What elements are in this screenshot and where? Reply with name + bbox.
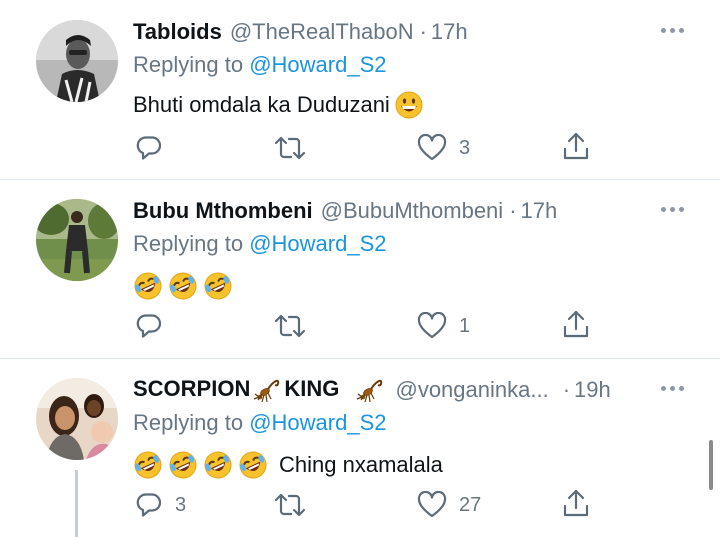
tweet[interactable]: SCORPION KING @vonganinka... · 19h Replyi… bbox=[0, 372, 720, 537]
share-icon bbox=[562, 309, 590, 339]
reply-button[interactable] bbox=[135, 132, 175, 164]
reply-button[interactable]: 3 bbox=[135, 489, 186, 521]
like-count: 27 bbox=[459, 493, 482, 516]
timestamp[interactable]: 17h bbox=[431, 19, 468, 45]
tweet-text bbox=[133, 269, 238, 303]
timestamp[interactable]: 17h bbox=[521, 198, 558, 224]
like-button[interactable]: 3 bbox=[417, 132, 470, 164]
share-button[interactable] bbox=[562, 308, 590, 340]
retweet-button[interactable] bbox=[273, 132, 319, 164]
reply-icon bbox=[135, 491, 163, 519]
more-icon[interactable] bbox=[661, 28, 684, 33]
tweet[interactable]: Bubu Mthombeni @BubuMthombeni · 17h Repl… bbox=[0, 193, 720, 358]
reply-icon bbox=[135, 312, 163, 340]
tweet-actions: 3 bbox=[133, 132, 603, 164]
share-icon bbox=[562, 488, 590, 518]
retweet-icon bbox=[273, 134, 307, 162]
reply-button[interactable] bbox=[135, 310, 175, 342]
like-button[interactable]: 1 bbox=[417, 310, 470, 342]
user-handle[interactable]: @BubuMthombeni bbox=[321, 198, 504, 224]
user-handle[interactable]: @TheRealThaboN bbox=[230, 19, 414, 45]
retweet-icon bbox=[273, 491, 307, 519]
display-name-part: KING bbox=[284, 375, 340, 401]
mention-link[interactable]: @Howard_S2 bbox=[249, 410, 386, 435]
like-button[interactable]: 27 bbox=[417, 489, 481, 521]
tweet[interactable]: Tabloids @TheRealThaboN · 17h Replying t… bbox=[0, 14, 720, 179]
like-count: 1 bbox=[459, 314, 471, 337]
retweet-button[interactable] bbox=[273, 489, 319, 521]
tweet-header: SCORPION KING @vonganinka... · 19h bbox=[133, 372, 611, 408]
retweet-button[interactable] bbox=[273, 310, 319, 342]
timestamp[interactable]: 19h bbox=[574, 377, 611, 403]
tweet-header: Tabloids @TheRealThaboN · 17h bbox=[133, 14, 468, 50]
heart-icon bbox=[417, 134, 447, 162]
scorpion-icon bbox=[355, 375, 385, 405]
scrollbar[interactable] bbox=[709, 440, 713, 490]
separator-dot: · bbox=[419, 19, 427, 44]
display-name[interactable]: Bubu Mthombeni bbox=[133, 198, 313, 224]
tweet-header: Bubu Mthombeni @BubuMthombeni · 17h bbox=[133, 193, 557, 229]
rolling-on-floor-laughing-emoji bbox=[133, 450, 163, 480]
replying-prefix: Replying to bbox=[133, 52, 244, 77]
display-name-part: SCORPION bbox=[133, 375, 251, 401]
user-handle[interactable]: @vonganinka... bbox=[395, 377, 548, 403]
tweet-divider bbox=[0, 179, 720, 180]
tweet-text-content: Bhuti omdala ka Duduzani bbox=[133, 92, 390, 117]
replying-to: Replying to @Howard_S2 bbox=[133, 410, 387, 436]
rolling-on-floor-laughing-emoji bbox=[203, 271, 233, 301]
avatar[interactable] bbox=[36, 378, 118, 460]
separator-dot: · bbox=[562, 377, 571, 402]
tweet-text-content: Ching nxamalala bbox=[279, 452, 443, 477]
replying-prefix: Replying to bbox=[133, 231, 244, 256]
rolling-on-floor-laughing-emoji bbox=[168, 271, 198, 301]
separator-dot: · bbox=[509, 198, 517, 223]
mention-link[interactable]: @Howard_S2 bbox=[249, 52, 386, 77]
share-icon bbox=[562, 131, 590, 161]
tweet-actions: 1 bbox=[133, 310, 603, 342]
tweet-text: Bhuti omdala ka Duduzani bbox=[133, 88, 429, 122]
rolling-on-floor-laughing-emoji bbox=[238, 450, 268, 480]
avatar[interactable] bbox=[36, 20, 118, 102]
like-count: 3 bbox=[459, 136, 471, 159]
display-name[interactable]: Tabloids bbox=[133, 19, 222, 45]
tweet-actions: 3 27 bbox=[133, 489, 603, 521]
more-icon[interactable] bbox=[661, 386, 684, 391]
rolling-on-floor-laughing-emoji bbox=[133, 271, 163, 301]
scorpion-icon bbox=[252, 375, 282, 405]
reply-count: 3 bbox=[175, 493, 187, 516]
heart-icon bbox=[417, 312, 447, 340]
more-icon[interactable] bbox=[661, 207, 684, 212]
rolling-on-floor-laughing-emoji bbox=[203, 450, 233, 480]
replying-to: Replying to @Howard_S2 bbox=[133, 52, 387, 78]
tweet-text: Ching nxamalala bbox=[133, 448, 443, 482]
thread-connector-line bbox=[75, 470, 78, 537]
rolling-on-floor-laughing-emoji bbox=[168, 450, 198, 480]
share-button[interactable] bbox=[562, 487, 590, 519]
tweet-divider bbox=[0, 358, 720, 359]
replying-to: Replying to @Howard_S2 bbox=[133, 231, 387, 257]
heart-icon bbox=[417, 491, 447, 519]
replying-prefix: Replying to bbox=[133, 410, 244, 435]
retweet-icon bbox=[273, 312, 307, 340]
display-name[interactable]: SCORPION KING bbox=[133, 375, 387, 405]
avatar[interactable] bbox=[36, 199, 118, 281]
reply-icon bbox=[135, 134, 163, 162]
mention-link[interactable]: @Howard_S2 bbox=[249, 231, 386, 256]
share-button[interactable] bbox=[562, 130, 590, 162]
grinning-face-emoji bbox=[394, 90, 424, 120]
